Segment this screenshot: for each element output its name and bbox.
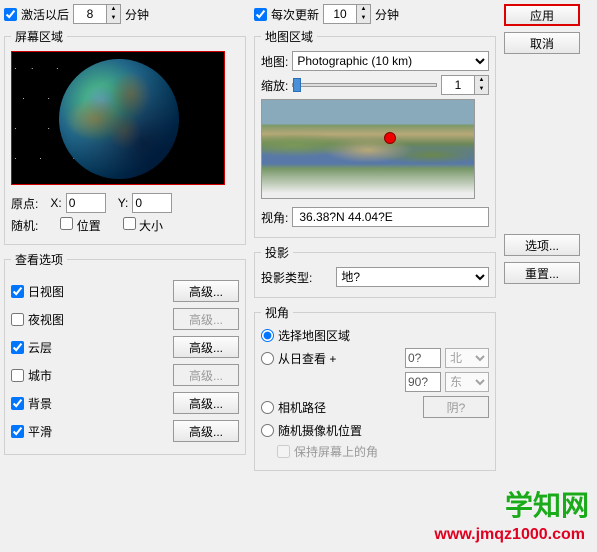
- world-map-image[interactable]: [261, 99, 475, 199]
- location-marker-icon: [384, 132, 396, 144]
- background-advanced-button[interactable]: 高级...: [173, 392, 239, 414]
- down-arrow-icon[interactable]: ▼: [107, 14, 120, 23]
- angle-val2-input: [405, 372, 441, 392]
- map-region-group: 地图区域 地图: Photographic (10 km) 缩放: ▲▼ 视角:…: [254, 28, 496, 238]
- city-checkbox[interactable]: [11, 369, 24, 382]
- random-position-checkbox[interactable]: [60, 217, 73, 230]
- smooth-checkbox[interactable]: [11, 425, 24, 438]
- apply-button[interactable]: 应用: [504, 4, 580, 26]
- zoom-slider[interactable]: [292, 83, 437, 87]
- screen-region-legend: 屏幕区域: [11, 28, 67, 45]
- activate-minutes-input[interactable]: [74, 5, 106, 23]
- map-select[interactable]: Photographic (10 km): [292, 51, 489, 71]
- minutes-label-2: 分钟: [375, 6, 399, 23]
- background-checkbox[interactable]: [11, 397, 24, 410]
- camera-path-radio[interactable]: [261, 401, 274, 414]
- down-arrow-icon[interactable]: ▼: [357, 14, 370, 23]
- watermark-url: www.jmqz1000.com: [434, 526, 585, 544]
- view-options-legend: 查看选项: [11, 251, 67, 268]
- projection-legend: 投影: [261, 244, 293, 261]
- update-minutes-input[interactable]: [324, 5, 356, 23]
- activate-minutes-spinner[interactable]: ▲▼: [73, 4, 121, 24]
- night-advanced-button: 高级...: [173, 308, 239, 330]
- minutes-label: 分钟: [125, 6, 149, 23]
- origin-y-input[interactable]: [132, 193, 172, 213]
- projection-type-label: 投影类型:: [261, 269, 312, 286]
- night-view-checkbox[interactable]: [11, 313, 24, 326]
- angle-val1-input: [405, 348, 441, 368]
- coords-display: 36.38?N 44.04?E: [292, 207, 489, 227]
- reset-button[interactable]: 重置...: [504, 262, 580, 284]
- clouds-advanced-button[interactable]: 高级...: [173, 336, 239, 358]
- origin-label: 原点:: [11, 195, 38, 212]
- up-arrow-icon[interactable]: ▲: [107, 5, 120, 14]
- projection-group: 投影 投影类型: 地?: [254, 244, 496, 298]
- earth-preview-image: [11, 51, 225, 185]
- zoom-label: 缩放:: [261, 77, 288, 94]
- map-region-legend: 地图区域: [261, 28, 317, 45]
- zoom-input[interactable]: [442, 76, 474, 94]
- angle-dir1-select: 北: [445, 348, 489, 368]
- random-label: 随机:: [11, 217, 38, 234]
- every-update-label: 每次更新: [271, 6, 319, 23]
- up-arrow-icon[interactable]: ▲: [357, 5, 370, 14]
- shadow-button: 阴?: [423, 396, 489, 418]
- random-camera-radio[interactable]: [261, 424, 274, 437]
- y-label: Y:: [118, 196, 129, 210]
- day-advanced-button[interactable]: 高级...: [173, 280, 239, 302]
- zoom-spinner[interactable]: ▲▼: [441, 75, 489, 95]
- activate-after-label: 激活以后: [21, 6, 69, 23]
- clouds-checkbox[interactable]: [11, 341, 24, 354]
- angle-dir2-select: 东: [445, 372, 489, 392]
- projection-type-select[interactable]: 地?: [336, 267, 489, 287]
- city-advanced-button: 高级...: [173, 364, 239, 386]
- up-arrow-icon[interactable]: ▲: [475, 76, 488, 85]
- origin-x-input[interactable]: [66, 193, 106, 213]
- screen-region-group: 屏幕区域 原点: X: Y: 随机: 位置 大小: [4, 28, 246, 245]
- select-map-region-radio[interactable]: [261, 329, 274, 342]
- random-size-checkbox[interactable]: [123, 217, 136, 230]
- activate-after-checkbox[interactable]: [4, 8, 17, 21]
- keep-screen-checkbox: [277, 445, 290, 458]
- day-view-checkbox[interactable]: [11, 285, 24, 298]
- from-sun-radio[interactable]: [261, 352, 274, 365]
- angle-group: 视角 选择地图区域 从日查看 + 北 东 相机路径 阴?: [254, 304, 496, 471]
- x-label: X:: [50, 196, 61, 210]
- smooth-advanced-button[interactable]: 高级...: [173, 420, 239, 442]
- cancel-button[interactable]: 取消: [504, 32, 580, 54]
- options-button[interactable]: 选项...: [504, 234, 580, 256]
- watermark-text: 学知网: [505, 484, 589, 524]
- view-angle-label: 视角:: [261, 209, 288, 226]
- angle-legend: 视角: [261, 304, 293, 321]
- view-options-group: 查看选项 日视图 高级... 夜视图 高级... 云层 高级... 城市 高级.…: [4, 251, 246, 455]
- every-update-checkbox[interactable]: [254, 8, 267, 21]
- map-label: 地图:: [261, 53, 288, 70]
- update-minutes-spinner[interactable]: ▲▼: [323, 4, 371, 24]
- down-arrow-icon[interactable]: ▼: [475, 85, 488, 94]
